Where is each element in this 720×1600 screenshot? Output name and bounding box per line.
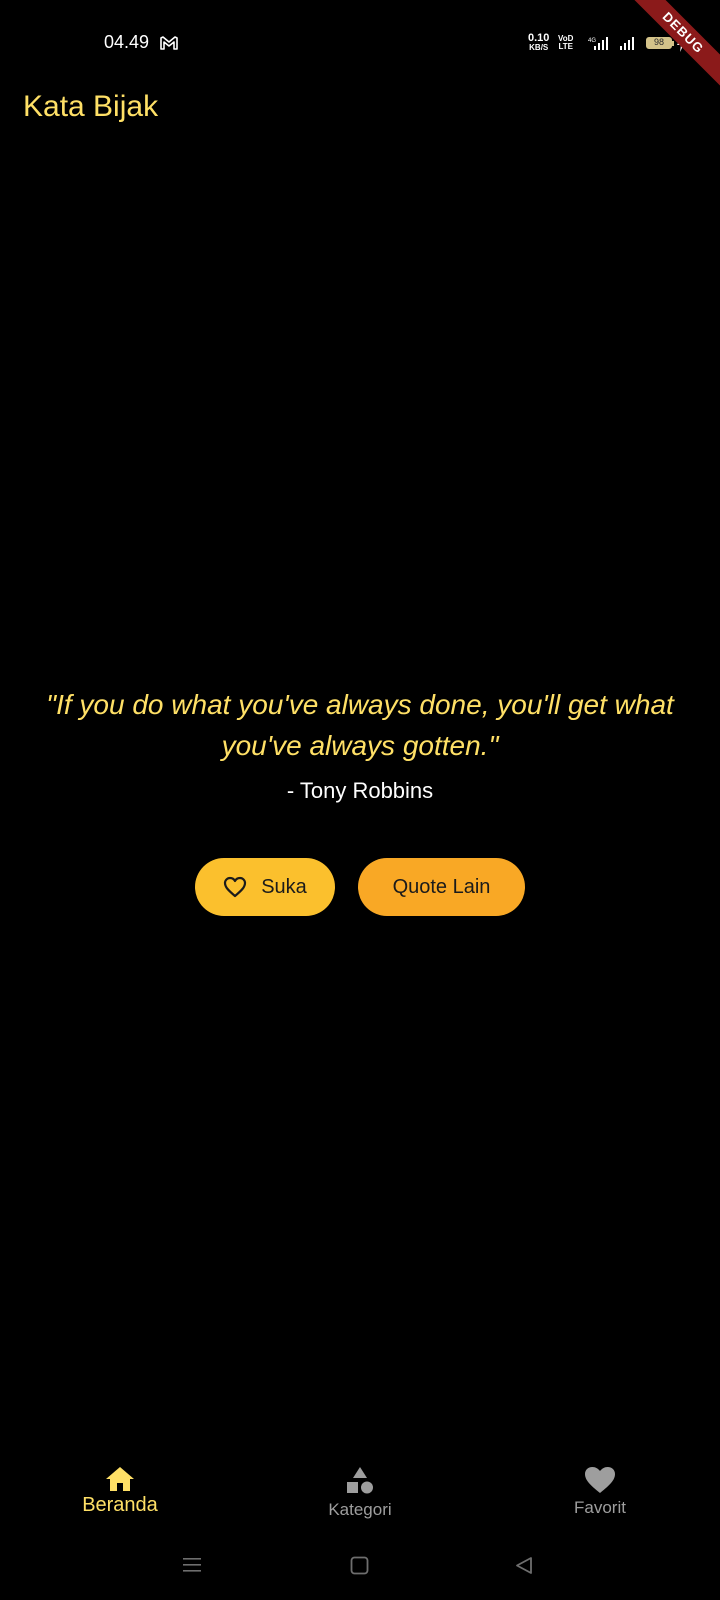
quote-author: - Tony Robbins <box>286 778 434 803</box>
nav-item-beranda[interactable]: Beranda <box>40 1458 200 1517</box>
network-type-label: 4G <box>588 38 596 44</box>
nav-label-favorit: Favorit <box>574 1498 626 1517</box>
network-speed: 0.10 KB/S <box>528 32 550 53</box>
battery-level: 98 <box>653 37 664 47</box>
menu-icon[interactable] <box>182 1556 202 1574</box>
app-screen: 04.49 0.10 KB/S VoD LTE 4G 98 DEBUG Kata… <box>0 0 720 1600</box>
system-navigation-bar <box>0 1556 720 1580</box>
network-speed-value: 0.10 <box>528 32 550 44</box>
signal-icon <box>620 37 634 50</box>
battery-icon: 98 <box>646 37 672 49</box>
battery-cap <box>672 41 674 46</box>
home-icon <box>106 1467 134 1491</box>
back-icon[interactable] <box>515 1556 533 1575</box>
network-speed-unit: KB/S <box>529 43 549 52</box>
nav-item-kategori[interactable]: Kategori <box>280 1458 440 1520</box>
nav-item-favorit[interactable]: Favorit <box>520 1458 680 1518</box>
quote-text: "If you do what you've always done, you'… <box>46 689 674 761</box>
status-bar: 04.49 0.10 KB/S VoD LTE 4G 98 <box>0 0 720 90</box>
nav-label-beranda: Beranda <box>82 1494 158 1516</box>
like-button-label: Suka <box>261 875 307 898</box>
category-icon <box>347 1467 373 1494</box>
bottom-navigation: Beranda Kategori Favorit <box>0 1458 720 1528</box>
gmail-icon <box>160 36 178 50</box>
app-title: Kata Bijak <box>23 90 159 123</box>
nav-label-kategori: Kategori <box>328 1500 392 1519</box>
signal-4g-icon: 4G <box>588 37 608 50</box>
quote-card: "If you do what you've always done, you'… <box>30 684 690 804</box>
next-quote-button-label: Quote Lain <box>392 875 491 898</box>
next-quote-button[interactable]: Quote Lain <box>358 858 525 916</box>
like-button[interactable]: Suka <box>195 858 335 916</box>
volte-indicator: VoD LTE <box>558 35 573 51</box>
volte-bottom: LTE <box>558 42 573 51</box>
action-buttons: Suka Quote Lain <box>0 858 720 916</box>
heart-outline-icon <box>224 876 247 898</box>
status-time: 04.49 <box>104 32 150 52</box>
heart-icon <box>585 1467 615 1493</box>
home-button-icon[interactable] <box>350 1556 369 1575</box>
